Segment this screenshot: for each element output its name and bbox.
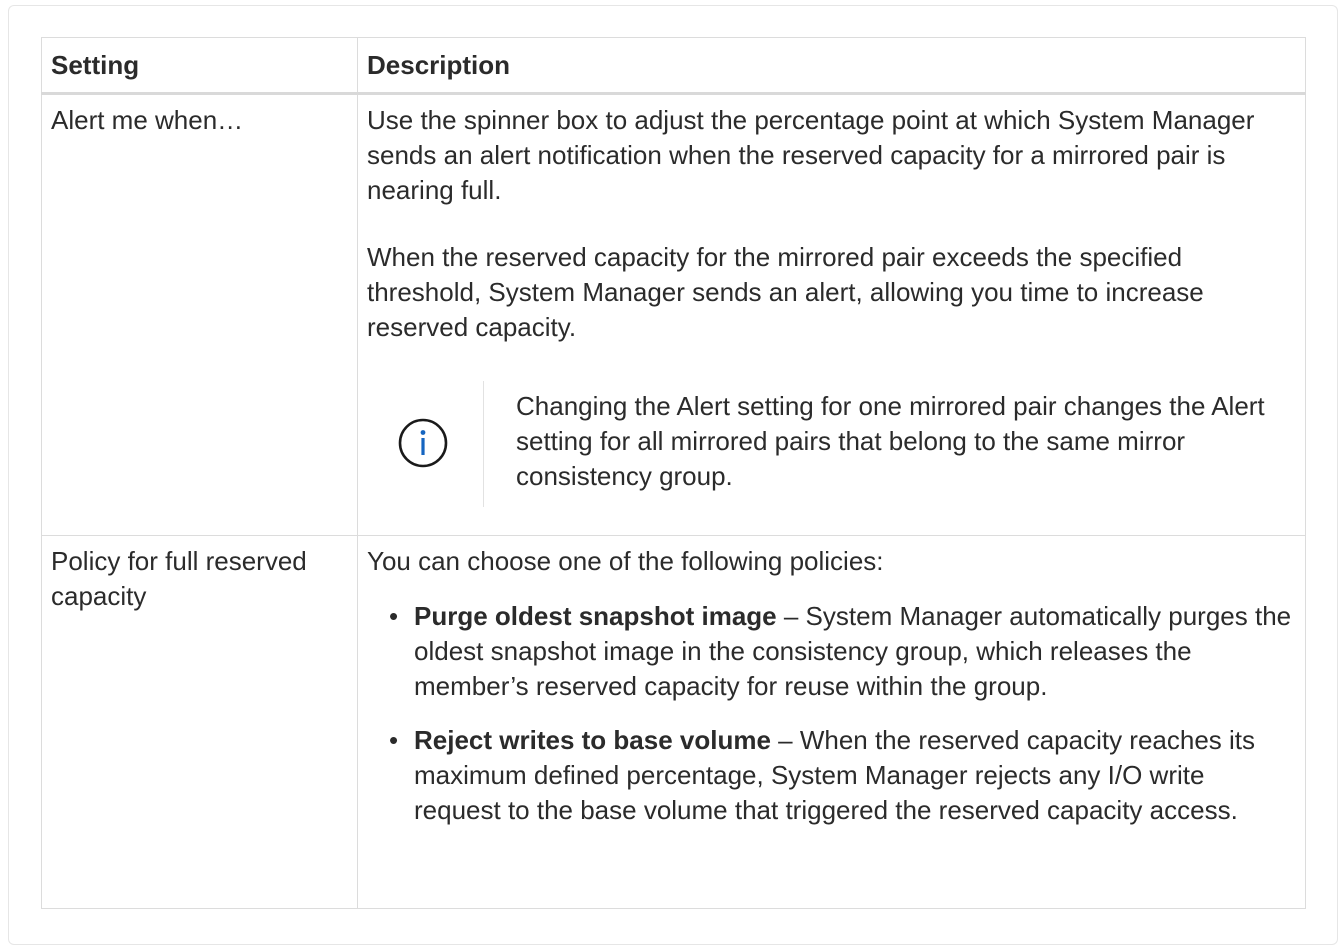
- note-admonition: Changing the Alert setting for one mirro…: [379, 378, 1295, 507]
- description-paragraph: Use the spinner box to adjust the percen…: [367, 105, 1255, 205]
- settings-table: Setting Description Alert me when… Use t…: [41, 37, 1306, 909]
- setting-name: Policy for full reserved capacity: [51, 546, 307, 611]
- description-cell: Use the spinner box to adjust the percen…: [357, 93, 1306, 536]
- description-cell: You can choose one of the following poli…: [357, 535, 1306, 909]
- list-item: • Purge oldest snapshot image – System M…: [389, 599, 1295, 704]
- policy-list: • Purge oldest snapshot image – System M…: [367, 599, 1295, 828]
- header-setting: Setting: [41, 37, 358, 95]
- table-row: Alert me when… Use the spinner box to ad…: [41, 93, 1306, 536]
- setting-cell: Policy for full reserved capacity: [41, 535, 358, 909]
- policy-term: Purge oldest snapshot image: [414, 601, 777, 631]
- bullet: •: [389, 725, 399, 755]
- setting-cell: Alert me when…: [41, 93, 358, 536]
- bullet: •: [389, 601, 399, 631]
- table-row: Policy for full reserved capacity You ca…: [41, 535, 1306, 909]
- list-item: • Reject writes to base volume – When th…: [389, 723, 1295, 828]
- policy-term: Reject writes to base volume: [414, 725, 771, 755]
- description-intro: You can choose one of the following poli…: [367, 546, 884, 576]
- description-paragraph: When the reserved capacity for the mirro…: [367, 242, 1204, 342]
- info-icon: [398, 418, 448, 467]
- header-description: Description: [357, 37, 1306, 95]
- table-header-row: Setting Description: [41, 37, 1306, 95]
- note-text: Changing the Alert setting for one mirro…: [516, 391, 1265, 491]
- setting-name: Alert me when…: [51, 105, 244, 135]
